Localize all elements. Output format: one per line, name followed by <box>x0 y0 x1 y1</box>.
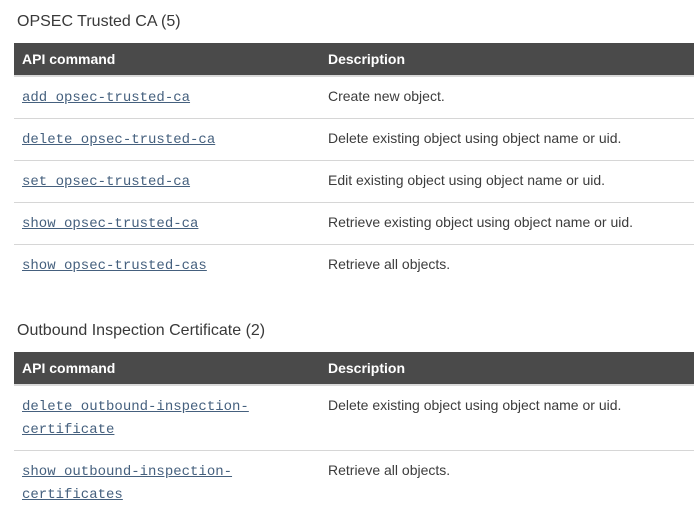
api-command-cell: delete opsec-trusted-ca <box>14 119 320 161</box>
description-text: Delete existing object using object name… <box>320 385 694 451</box>
table-header-row: API command Description <box>14 43 694 76</box>
description-text: Edit existing object using object name o… <box>320 161 694 203</box>
api-command-link[interactable]: show opsec-trusted-ca <box>22 216 198 232</box>
api-reference-content: OPSEC Trusted CA (5) API command Descrip… <box>0 0 694 515</box>
table-row: show outbound-inspection-certificates Re… <box>14 451 694 515</box>
table-header-row: API command Description <box>14 352 694 385</box>
table-row: delete opsec-trusted-ca Delete existing … <box>14 119 694 161</box>
api-command-link[interactable]: delete outbound-inspection-certificate <box>22 399 249 438</box>
table-row: show opsec-trusted-cas Retrieve all obje… <box>14 245 694 287</box>
api-command-cell: set opsec-trusted-ca <box>14 161 320 203</box>
api-command-cell: show outbound-inspection-certificates <box>14 451 320 515</box>
description-text: Retrieve all objects. <box>320 245 694 287</box>
api-command-link[interactable]: add opsec-trusted-ca <box>22 90 190 106</box>
api-command-cell: add opsec-trusted-ca <box>14 76 320 119</box>
description-text: Create new object. <box>320 76 694 119</box>
column-header-description: Description <box>320 43 694 76</box>
api-command-link[interactable]: set opsec-trusted-ca <box>22 174 190 190</box>
api-command-link[interactable]: show outbound-inspection-certificates <box>22 464 232 503</box>
section-title: OPSEC Trusted CA (5) <box>17 13 694 31</box>
column-header-api-command: API command <box>14 352 320 385</box>
section-title: Outbound Inspection Certificate (2) <box>17 322 694 340</box>
column-header-api-command: API command <box>14 43 320 76</box>
description-text: Retrieve all objects. <box>320 451 694 515</box>
api-command-table: API command Description add opsec-truste… <box>14 43 694 286</box>
api-command-cell: delete outbound-inspection-certificate <box>14 385 320 451</box>
table-body: delete outbound-inspection-certificate D… <box>14 385 694 515</box>
table-row: delete outbound-inspection-certificate D… <box>14 385 694 451</box>
api-section: Outbound Inspection Certificate (2) API … <box>14 322 694 515</box>
description-text: Retrieve existing object using object na… <box>320 203 694 245</box>
table-row: show opsec-trusted-ca Retrieve existing … <box>14 203 694 245</box>
api-command-table: API command Description delete outbound-… <box>14 352 694 515</box>
api-command-link[interactable]: delete opsec-trusted-ca <box>22 132 215 148</box>
api-command-link[interactable]: show opsec-trusted-cas <box>22 258 207 274</box>
table-row: add opsec-trusted-ca Create new object. <box>14 76 694 119</box>
table-body: add opsec-trusted-ca Create new object. … <box>14 76 694 286</box>
column-header-description: Description <box>320 352 694 385</box>
api-command-cell: show opsec-trusted-ca <box>14 203 320 245</box>
api-command-cell: show opsec-trusted-cas <box>14 245 320 287</box>
api-section: OPSEC Trusted CA (5) API command Descrip… <box>14 13 694 286</box>
table-row: set opsec-trusted-ca Edit existing objec… <box>14 161 694 203</box>
description-text: Delete existing object using object name… <box>320 119 694 161</box>
